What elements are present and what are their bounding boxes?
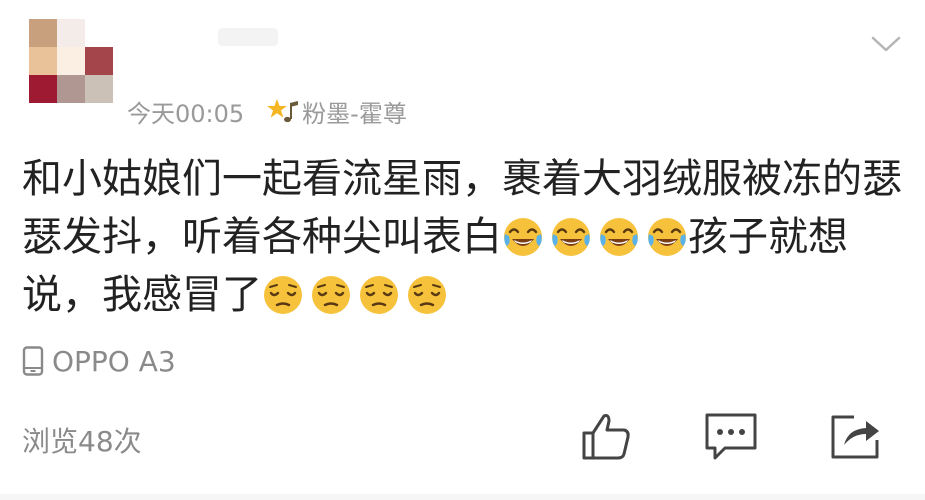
avatar-pixel xyxy=(29,75,57,103)
phone-icon xyxy=(22,346,44,376)
like-icon[interactable] xyxy=(578,412,634,462)
view-count: 浏览48次 xyxy=(22,425,142,458)
star-music-note-icon xyxy=(267,99,299,123)
pensive-face-icon xyxy=(264,276,302,314)
avatar-pixel xyxy=(29,47,57,75)
device-source[interactable]: OPPO A3 xyxy=(22,344,176,378)
timestamp: 今天00:05 xyxy=(127,99,245,128)
pensive-face-icon xyxy=(408,276,446,314)
avatar-pixel xyxy=(85,75,113,103)
avatar-pixel xyxy=(57,75,85,103)
pensive-face-icon xyxy=(360,276,398,314)
avatar-pixel xyxy=(85,47,113,75)
username-blurred xyxy=(218,28,278,46)
avatar-pixel xyxy=(29,19,57,47)
chevron-down-icon[interactable] xyxy=(870,34,902,54)
post-footer: 浏览48次 xyxy=(0,412,925,462)
avatar-pixel xyxy=(85,19,113,47)
divider xyxy=(0,494,925,500)
post-text: 和小姑娘们一起看流星雨，裹着大羽绒服被冻的瑟瑟发抖，听着各种尖叫表白 孩子就想说，… xyxy=(22,150,917,324)
face-with-tears-of-joy-icon xyxy=(504,218,542,256)
post-meta: 今天00:05 粉墨-霍尊 xyxy=(127,94,407,129)
face-with-tears-of-joy-icon xyxy=(600,218,638,256)
device-label: OPPO A3 xyxy=(52,344,176,378)
avatar-pixel xyxy=(57,19,85,47)
pensive-emoji-group xyxy=(262,272,448,318)
tears-of-joy-emoji-group xyxy=(502,214,688,260)
share-icon[interactable] xyxy=(828,412,884,462)
avatar-pixel xyxy=(57,47,85,75)
avatar[interactable] xyxy=(29,19,113,103)
comment-icon[interactable] xyxy=(703,412,759,462)
group-label[interactable]: 粉墨-霍尊 xyxy=(302,94,407,129)
pensive-face-icon xyxy=(312,276,350,314)
face-with-tears-of-joy-icon xyxy=(552,218,590,256)
face-with-tears-of-joy-icon xyxy=(648,218,686,256)
